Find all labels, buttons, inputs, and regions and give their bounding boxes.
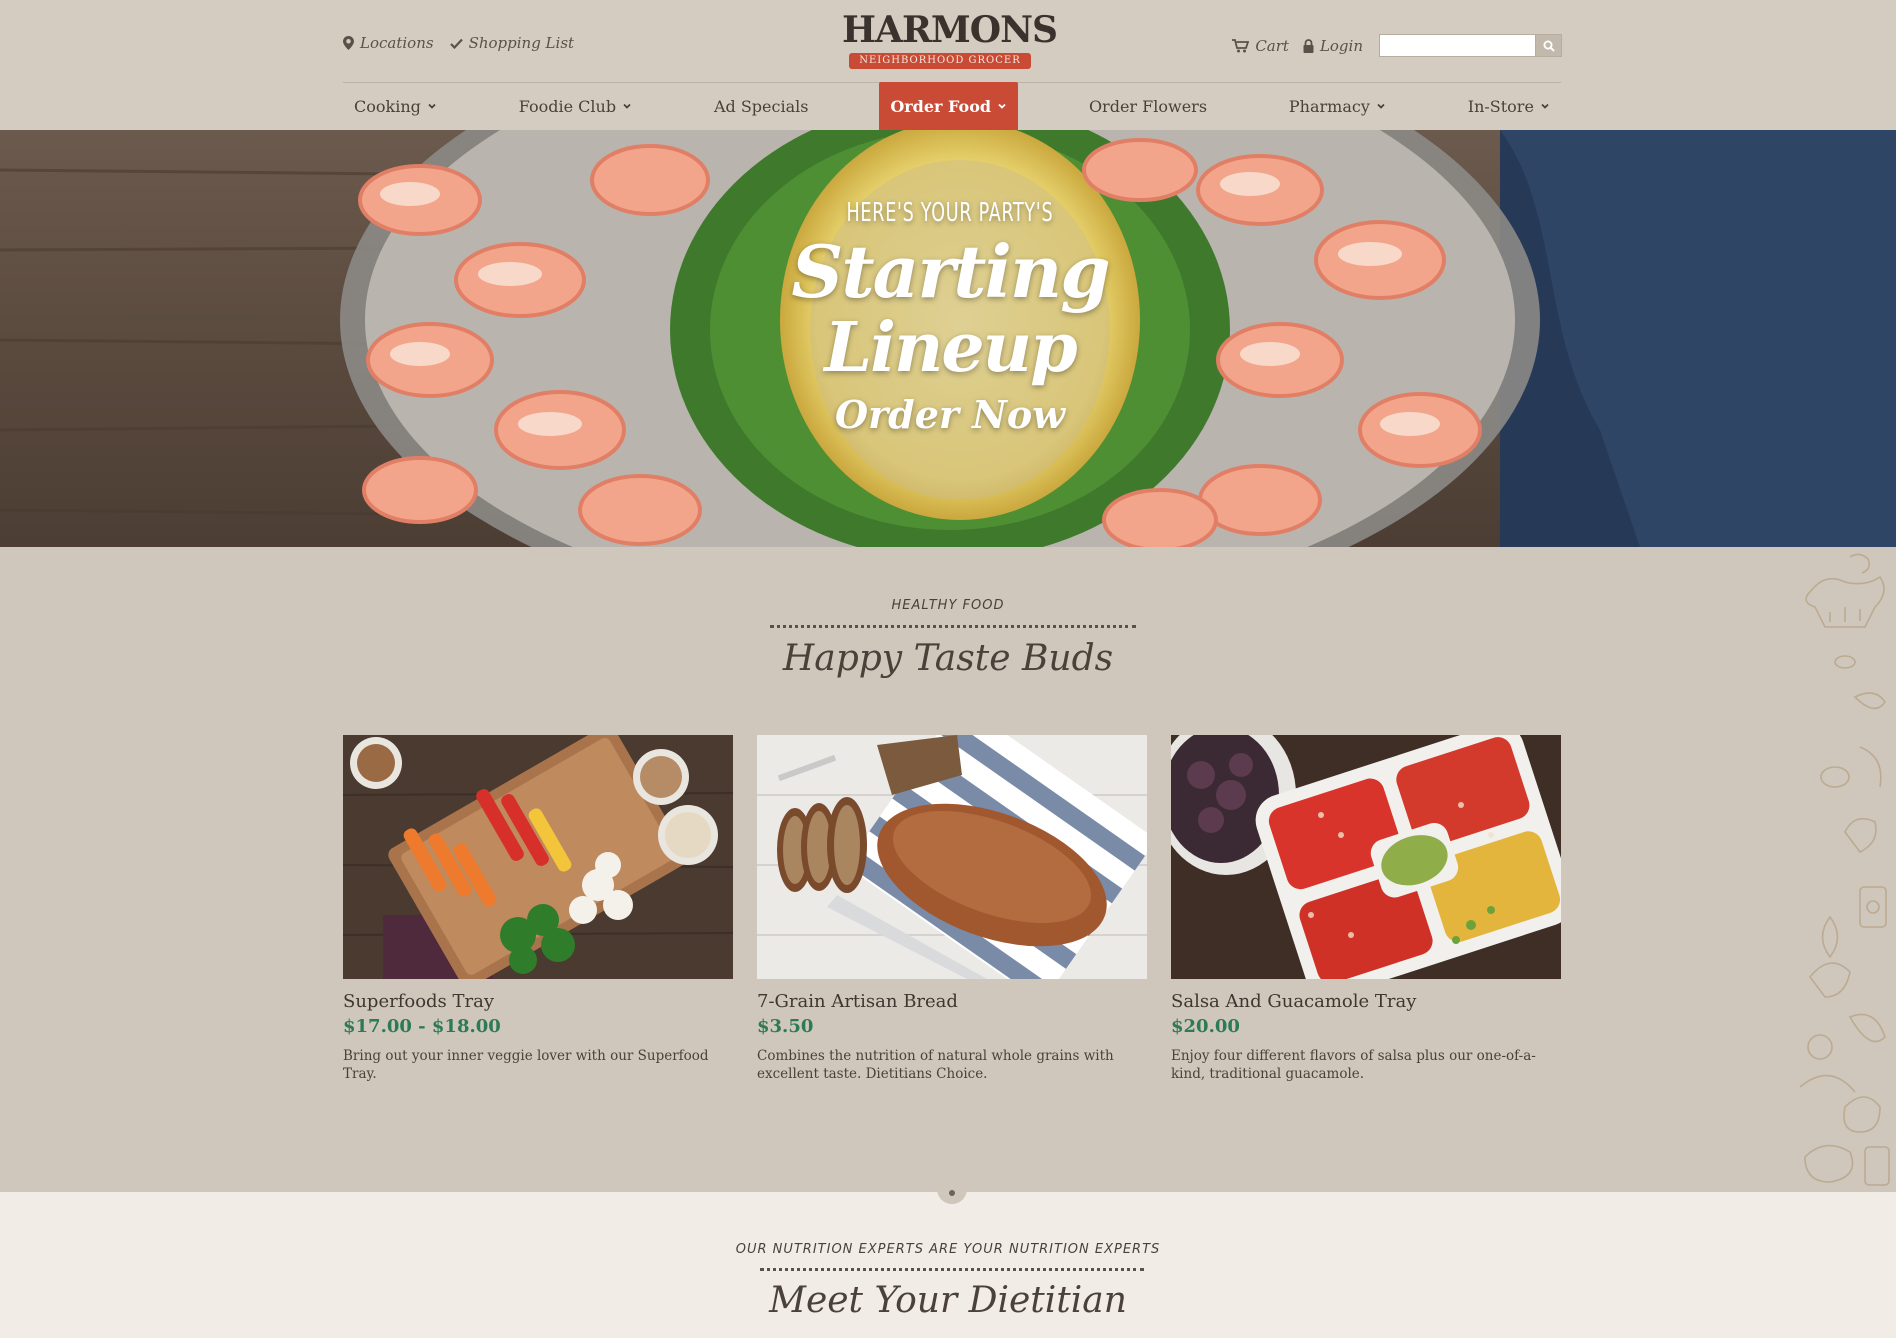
salsa-guacamole-tray-image: [1171, 735, 1561, 979]
product-card[interactable]: Superfoods Tray $17.00 - $18.00 Bring ou…: [343, 735, 733, 1083]
logo-wordmark: HARMONS: [842, 9, 1058, 51]
cart-label: Cart: [1255, 36, 1289, 55]
product-description: Enjoy four different flavors of salsa pl…: [1171, 1048, 1536, 1082]
product-title[interactable]: Salsa And Guacamole Tray: [1171, 991, 1561, 1012]
cart-link[interactable]: Cart: [1232, 37, 1289, 55]
chevron-down-icon: [998, 103, 1006, 109]
main-nav: Cooking Foodie Club Ad Specials Order Fo…: [343, 82, 1561, 130]
harmons-logo[interactable]: HARMONS NEIGHBORHOOD GROCER: [842, 9, 1058, 69]
nav-foodie-club-label: Foodie Club: [518, 96, 617, 116]
healthy-food-kicker: HEALTHY FOOD: [891, 598, 1005, 613]
locations-link[interactable]: Locations: [343, 34, 434, 52]
check-icon: [449, 38, 463, 49]
nav-ad-specials-label: Ad Specials: [713, 96, 809, 116]
chevron-down-icon: [428, 103, 436, 109]
hero-kicker: HERE'S YOUR PARTY'S: [846, 198, 1054, 228]
product-title[interactable]: 7-Grain Artisan Bread: [757, 991, 1147, 1012]
hero-title-line1: Starting: [791, 229, 1110, 314]
healthy-food-divider: [770, 625, 1136, 628]
food-doodle-decoration: [1799, 553, 1890, 1186]
chevron-down-icon: [1377, 103, 1385, 109]
utility-links-right: Cart Login: [1232, 34, 1562, 57]
search-input[interactable]: [1379, 34, 1536, 57]
dietitian-title: Meet Your Dietitian: [769, 1280, 1127, 1321]
site-header: Locations Shopping List HARMONS NEIGHBOR…: [0, 0, 1896, 130]
map-pin-icon: [343, 36, 354, 50]
cart-icon: [1232, 38, 1250, 52]
nav-foodie-club[interactable]: Foodie Club: [508, 82, 643, 130]
nav-pharmacy-label: Pharmacy: [1288, 96, 1370, 116]
hero-order-now-link[interactable]: Order Now: [835, 392, 1065, 437]
product-title[interactable]: Superfoods Tray: [343, 991, 733, 1012]
product-price: $20.00: [1171, 1016, 1240, 1037]
search-button[interactable]: [1536, 34, 1562, 57]
search-icon: [1543, 40, 1555, 52]
nav-order-food-label: Order Food: [890, 96, 992, 116]
utility-links-left: Locations Shopping List: [343, 34, 574, 52]
search-box: [1379, 34, 1562, 57]
superfoods-tray-image: [343, 735, 733, 979]
nav-cooking-label: Cooking: [354, 96, 421, 116]
login-label: Login: [1319, 36, 1363, 55]
dietitian-kicker: OUR NUTRITION EXPERTS ARE YOUR NUTRITION…: [735, 1242, 1161, 1257]
artisan-bread-image: [757, 735, 1147, 979]
product-card[interactable]: 7-Grain Artisan Bread $3.50 Combines the…: [757, 735, 1147, 1083]
nav-ad-specials[interactable]: Ad Specials: [703, 82, 820, 130]
nav-cooking[interactable]: Cooking: [343, 82, 448, 130]
product-price: $3.50: [757, 1016, 814, 1037]
product-cards: Superfoods Tray $17.00 - $18.00 Bring ou…: [343, 735, 1563, 1083]
hero-title-line2: Lineup: [824, 308, 1077, 388]
login-link[interactable]: Login: [1303, 37, 1363, 55]
shopping-list-link[interactable]: Shopping List: [449, 34, 575, 52]
hero-headline: HERE'S YOUR PARTY'S Starting Lineup Orde…: [760, 198, 1140, 437]
locations-label: Locations: [360, 34, 434, 52]
nav-order-flowers-label: Order Flowers: [1088, 96, 1208, 116]
product-description: Bring out your inner veggie lover with o…: [343, 1048, 709, 1082]
logo-tagline: NEIGHBORHOOD GROCER: [849, 53, 1031, 69]
nav-order-food[interactable]: Order Food: [879, 82, 1019, 130]
shopping-list-label: Shopping List: [468, 34, 575, 52]
nav-in-store-label: In-Store: [1467, 96, 1534, 116]
lock-icon: [1303, 38, 1314, 53]
product-price: $17.00 - $18.00: [343, 1016, 501, 1037]
healthy-food-title: Happy Taste Buds: [782, 638, 1114, 679]
nav-in-store[interactable]: In-Store: [1457, 82, 1561, 130]
product-card[interactable]: Salsa And Guacamole Tray $20.00 Enjoy fo…: [1171, 735, 1561, 1083]
hero-banner[interactable]: HERE'S YOUR PARTY'S Starting Lineup Orde…: [0, 130, 1896, 547]
nav-order-flowers[interactable]: Order Flowers: [1078, 82, 1218, 130]
dot-indicator: [949, 1190, 955, 1196]
chevron-down-icon: [623, 103, 631, 109]
product-description: Combines the nutrition of natural whole …: [757, 1048, 1114, 1082]
dietitian-divider: [760, 1268, 1144, 1271]
nav-pharmacy[interactable]: Pharmacy: [1278, 82, 1397, 130]
chevron-down-icon: [1541, 103, 1549, 109]
